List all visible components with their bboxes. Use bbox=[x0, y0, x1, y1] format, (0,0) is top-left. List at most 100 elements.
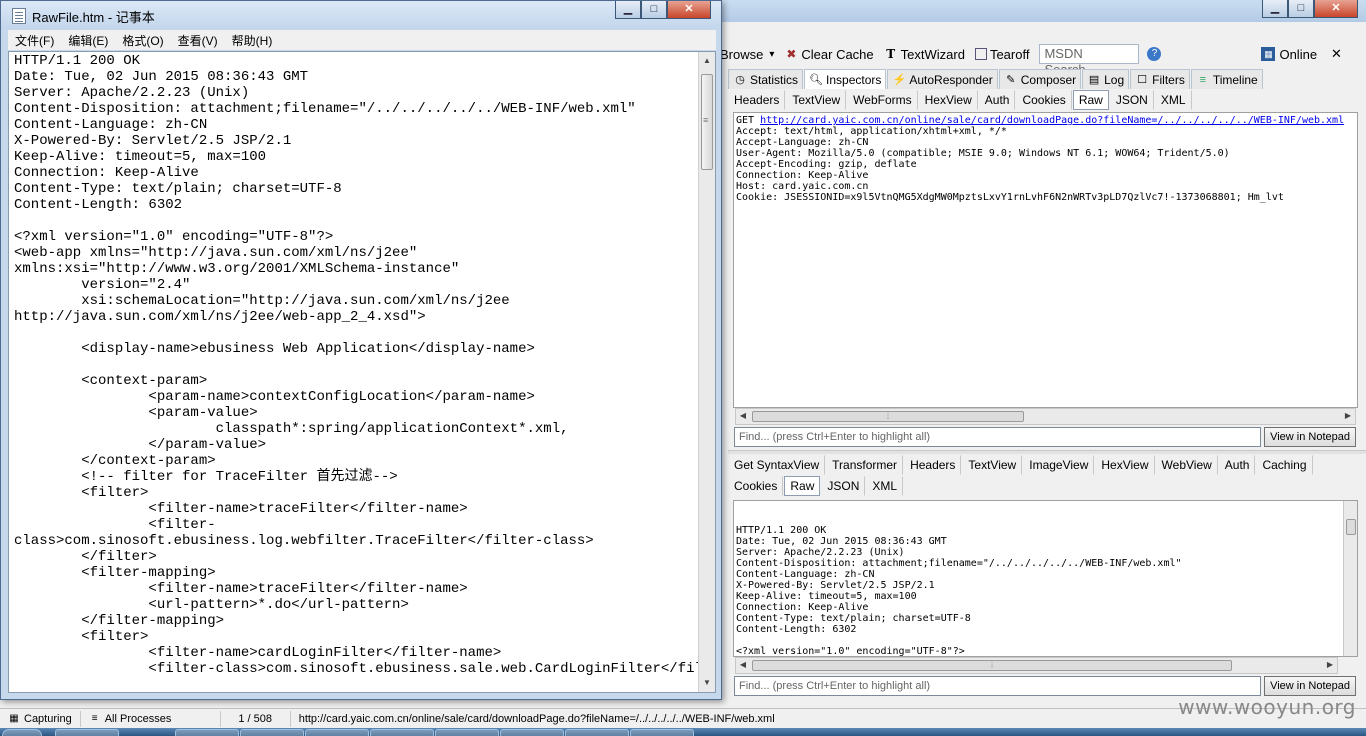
menu-help[interactable]: 帮助(H) bbox=[225, 32, 280, 49]
req-tab-xml[interactable]: XML bbox=[1155, 90, 1192, 110]
menu-view[interactable]: 查看(V) bbox=[171, 32, 225, 49]
notepad-close-button[interactable]: ✕ bbox=[667, 1, 711, 19]
scroll-thumb[interactable]: ⦙ bbox=[752, 660, 1232, 671]
fiddler-window-buttons: ▁ □ ✕ bbox=[1262, 0, 1358, 18]
resp-tab-textview[interactable]: TextView bbox=[962, 455, 1023, 475]
tab-log[interactable]: ▤ Log bbox=[1082, 69, 1130, 89]
browse-button[interactable]: Browse ▾ bbox=[720, 47, 774, 62]
msdn-search-input[interactable]: MSDN Search... bbox=[1039, 44, 1140, 77]
request-hscrollbar[interactable]: ◀ ⦙ ▶ bbox=[735, 408, 1356, 425]
response-raw-pane[interactable]: HTTP/1.1 200 OK Date: Tue, 02 Jun 2015 08… bbox=[733, 500, 1358, 657]
resp-tab-xml[interactable]: XML bbox=[866, 476, 904, 496]
tab-statistics[interactable]: ◷ Statistics bbox=[728, 69, 804, 89]
taskbar-button[interactable] bbox=[565, 729, 629, 736]
resp-tab-imageview[interactable]: ImageView bbox=[1023, 455, 1095, 475]
menu-file[interactable]: 文件(F) bbox=[8, 32, 61, 49]
req-tab-webforms[interactable]: WebForms bbox=[847, 90, 918, 110]
taskbar-button[interactable] bbox=[435, 729, 499, 736]
taskbar-button[interactable] bbox=[55, 729, 119, 736]
resp-tab-auth[interactable]: Auth bbox=[1219, 455, 1256, 475]
menu-format[interactable]: 格式(O) bbox=[115, 32, 170, 49]
text-line bbox=[736, 635, 1355, 646]
taskbar-button[interactable] bbox=[370, 729, 434, 736]
request-view-in-notepad-button[interactable]: View in Notepad bbox=[1264, 427, 1356, 447]
req-tab-cookies[interactable]: Cookies bbox=[1016, 90, 1072, 110]
scroll-right-icon[interactable]: ▶ bbox=[1343, 411, 1353, 420]
notepad-vscrollbar[interactable]: ▲ ▼ bbox=[698, 52, 715, 692]
text-line: xmlns:xsi="http://www.w3.org/2001/XMLSch… bbox=[14, 261, 460, 277]
scroll-thumb[interactable] bbox=[1346, 519, 1356, 535]
scroll-thumb[interactable] bbox=[701, 74, 713, 170]
text-line: <url-pattern>*.do</url-pattern> bbox=[14, 597, 409, 613]
online-indicator[interactable]: ▦ Online bbox=[1261, 47, 1317, 62]
resp-tab-hexview[interactable]: HexView bbox=[1095, 455, 1155, 475]
req-tab-hexview[interactable]: HexView bbox=[919, 90, 978, 110]
taskbar-button[interactable] bbox=[240, 729, 304, 736]
tearoff-button[interactable]: Tearoff bbox=[974, 47, 1029, 62]
response-view-in-notepad-button[interactable]: View in Notepad bbox=[1264, 676, 1356, 696]
scroll-thumb[interactable]: ⦙ bbox=[752, 411, 1024, 422]
notepad-minimize-button[interactable]: ▁ bbox=[615, 1, 641, 19]
notepad-content: HTTP/1.1 200 OK Date: Tue, 02 Jun 2015 08… bbox=[14, 53, 715, 677]
response-inspector-tabs-row2: Cookies Raw JSON XML bbox=[728, 475, 905, 497]
close-icon[interactable]: ✕ bbox=[1331, 46, 1342, 62]
tab-composer[interactable]: ✎ Composer bbox=[998, 69, 1082, 89]
resp-tab-transformer[interactable]: Transformer bbox=[826, 455, 904, 475]
scroll-up-icon[interactable]: ▲ bbox=[699, 54, 715, 68]
fiddler-maximize-button[interactable]: □ bbox=[1288, 0, 1314, 18]
text-line: Connection: Keep-Alive bbox=[736, 602, 869, 613]
resp-tab-syntaxview[interactable]: Get SyntaxView bbox=[728, 455, 826, 475]
tab-autoresponder[interactable]: ⚡ AutoResponder bbox=[887, 69, 998, 89]
status-bar: ▦ Capturing ≡ All Processes 1 / 508 http:/… bbox=[0, 708, 1366, 728]
resp-tab-cookies[interactable]: Cookies bbox=[728, 476, 784, 496]
request-find-input[interactable]: Find... (press Ctrl+Enter to highlight a… bbox=[734, 427, 1262, 447]
menu-edit[interactable]: 编辑(E) bbox=[61, 32, 115, 49]
help-icon[interactable]: ? bbox=[1147, 47, 1162, 61]
fiddler-close-button[interactable]: ✕ bbox=[1314, 0, 1358, 18]
process-filter[interactable]: ≡ All Processes bbox=[81, 710, 221, 727]
resp-tab-headers[interactable]: Headers bbox=[904, 455, 962, 475]
response-hscrollbar[interactable]: ◀ ⦙ ▶ bbox=[735, 657, 1338, 674]
tearoff-icon bbox=[974, 48, 987, 60]
text-line: Connection: Keep-Alive bbox=[14, 165, 199, 181]
taskbar-button[interactable] bbox=[500, 729, 564, 736]
tab-label: Inspectors bbox=[826, 73, 882, 87]
fiddler-minimize-button[interactable]: ▁ bbox=[1262, 0, 1288, 18]
notepad-maximize-button[interactable]: □ bbox=[641, 1, 667, 19]
text-line: </param-value> bbox=[14, 437, 267, 453]
resp-tab-raw[interactable]: Raw bbox=[784, 476, 821, 496]
scroll-left-icon[interactable]: ◀ bbox=[738, 660, 748, 669]
text-line: Content-Language: zh-CN bbox=[14, 117, 208, 133]
tab-timeline[interactable]: ≡ Timeline bbox=[1190, 69, 1263, 89]
chevron-down-icon[interactable]: ▾ bbox=[769, 49, 774, 60]
scroll-right-icon[interactable]: ▶ bbox=[1325, 660, 1335, 669]
scroll-down-icon[interactable]: ▼ bbox=[699, 676, 715, 690]
notepad-title: RawFile.htm - 记事本 bbox=[32, 10, 155, 25]
taskbar-button[interactable] bbox=[305, 729, 369, 736]
taskbar-button[interactable] bbox=[630, 729, 694, 736]
text-line: Keep-Alive: timeout=5, max=100 bbox=[14, 149, 267, 165]
request-raw-pane[interactable]: GET http://card.yaic.com.cn/online/sale/… bbox=[733, 112, 1358, 408]
scroll-left-icon[interactable]: ◀ bbox=[738, 411, 748, 420]
start-button[interactable] bbox=[2, 729, 42, 736]
req-tab-textview[interactable]: TextView bbox=[786, 90, 847, 110]
status-url: http://card.yaic.com.cn/online/sale/card… bbox=[298, 712, 775, 725]
req-tab-auth[interactable]: Auth bbox=[979, 90, 1016, 110]
clear-cache-button[interactable]: ✖ Clear Cache bbox=[784, 47, 873, 62]
notepad-titlebar[interactable]: RawFile.htm - 记事本 ▁ □ ✕ bbox=[1, 1, 721, 29]
request-url-link[interactable]: http://card.yaic.com.cn/online/sale/card… bbox=[760, 115, 1344, 126]
resp-tab-caching[interactable]: Caching bbox=[1256, 455, 1313, 475]
textwizard-button[interactable]: T TextWizard bbox=[884, 47, 965, 62]
tab-inspectors[interactable]: 🔍︎ Inspectors bbox=[804, 69, 887, 90]
resp-tab-webview[interactable]: WebView bbox=[1156, 455, 1218, 475]
req-tab-headers[interactable]: Headers bbox=[728, 90, 786, 110]
taskbar-button[interactable] bbox=[175, 729, 239, 736]
response-find-input[interactable]: Find... (press Ctrl+Enter to highlight a… bbox=[734, 676, 1262, 696]
capturing-indicator[interactable]: ▦ Capturing bbox=[0, 710, 81, 727]
req-tab-raw[interactable]: Raw bbox=[1072, 90, 1109, 110]
req-tab-json[interactable]: JSON bbox=[1110, 90, 1154, 110]
response-vscrollbar[interactable] bbox=[1343, 501, 1357, 656]
resp-tab-json[interactable]: JSON bbox=[821, 476, 866, 496]
tab-filters[interactable]: ☐ Filters bbox=[1130, 69, 1190, 89]
notepad-text-area[interactable]: HTTP/1.1 200 OK Date: Tue, 02 Jun 2015 08… bbox=[8, 51, 716, 693]
